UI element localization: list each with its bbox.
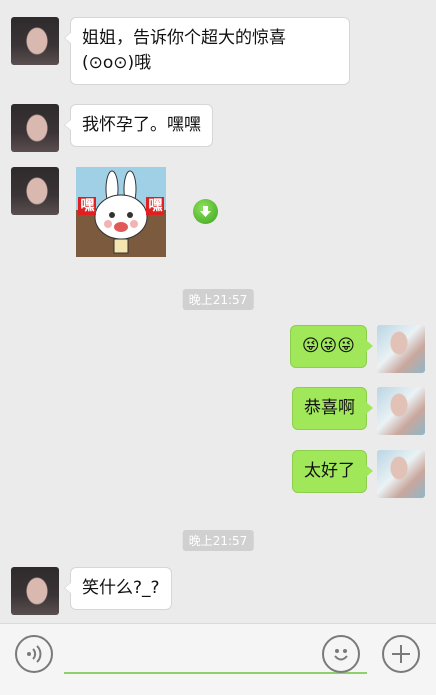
message-text: 姐姐，告诉你个超大的惊喜(⊙o⊙)哦 bbox=[82, 28, 286, 73]
contact-avatar[interactable] bbox=[11, 167, 59, 215]
incoming-message-bubble[interactable]: 我怀孕了。嘿嘿 bbox=[64, 104, 213, 147]
voice-button[interactable] bbox=[15, 635, 53, 673]
sticker-text-right: 嘿 bbox=[148, 198, 163, 214]
message-text: 我怀孕了。嘿嘿 bbox=[82, 115, 201, 135]
chat-history: 姐姐，告诉你个超大的惊喜(⊙o⊙)哦 我怀孕了。嘿嘿 嘿 嘿 晚上21:57 😜… bbox=[0, 0, 436, 623]
download-icon[interactable] bbox=[193, 199, 218, 224]
outgoing-message-bubble[interactable]: 恭喜啊 bbox=[292, 387, 373, 430]
my-avatar[interactable] bbox=[377, 325, 425, 373]
timestamp: 晚上21:57 bbox=[182, 289, 254, 310]
message-text: 😜😜😜 bbox=[301, 336, 355, 356]
smiley-icon bbox=[334, 649, 348, 661]
more-button[interactable] bbox=[382, 635, 420, 673]
sticker-text-left: 嘿 bbox=[80, 198, 95, 214]
my-avatar[interactable] bbox=[377, 387, 425, 435]
incoming-message-bubble[interactable]: 笑什么?_? bbox=[64, 567, 172, 610]
contact-avatar[interactable] bbox=[11, 104, 59, 152]
emoji-button[interactable] bbox=[322, 635, 360, 673]
incoming-message-bubble[interactable]: 姐姐，告诉你个超大的惊喜(⊙o⊙)哦 bbox=[64, 17, 350, 85]
message-text: 笑什么?_? bbox=[82, 578, 160, 598]
contact-avatar[interactable] bbox=[11, 17, 59, 65]
my-avatar[interactable] bbox=[377, 450, 425, 498]
voice-icon bbox=[27, 645, 42, 663]
outgoing-message-bubble[interactable]: 😜😜😜 bbox=[289, 325, 374, 368]
message-text: 恭喜啊 bbox=[304, 398, 355, 418]
timestamp: 晚上21:57 bbox=[182, 530, 254, 551]
outgoing-message-bubble[interactable]: 太好了 bbox=[292, 450, 373, 493]
contact-avatar[interactable] bbox=[11, 567, 59, 615]
rabbit-sticker-image[interactable]: 嘿 嘿 bbox=[76, 167, 166, 257]
plus-icon bbox=[392, 645, 410, 663]
message-text: 太好了 bbox=[304, 461, 355, 481]
